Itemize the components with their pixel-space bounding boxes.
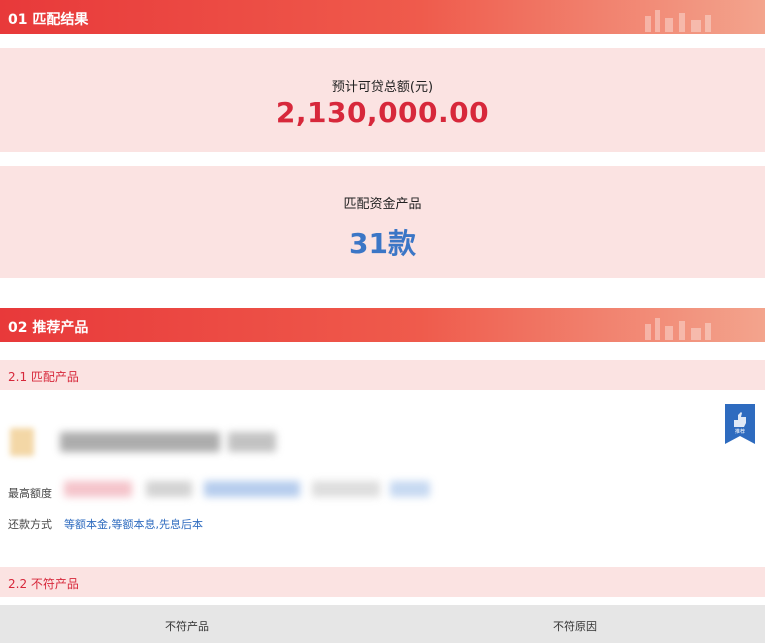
max-amount-value-blurred [312, 481, 380, 497]
matched-products-label: 匹配资金产品 [343, 197, 422, 212]
column-header-product: 不符产品 [165, 620, 209, 633]
matched-products-heading: 2.1 匹配产品 [0, 360, 765, 390]
decoration-icon [645, 10, 711, 32]
repayment-label: 还款方式 [8, 518, 52, 531]
recommend-badge-icon: 推荐 [725, 404, 755, 444]
max-amount-value-blurred [204, 481, 300, 497]
max-amount-value-blurred [390, 481, 430, 497]
total-amount-label: 预计可贷总额(元) [331, 80, 434, 95]
product-logo [10, 428, 34, 456]
product-name-blurred [60, 432, 220, 452]
unmatched-products-heading-text: 2.2 不符产品 [8, 577, 79, 591]
unmatched-table-header: 不符产品 不符原因 [0, 605, 765, 643]
total-amount-value: 2,130,000.00 [275, 96, 490, 129]
section-1-banner: 01 匹配结果 [0, 0, 765, 34]
max-amount-value-blurred [146, 481, 192, 497]
unmatched-products-heading: 2.2 不符产品 [0, 567, 765, 597]
section-2-banner: 02 推荐产品 [0, 308, 765, 342]
column-header-reason: 不符原因 [553, 620, 597, 633]
matched-products-card: 匹配资金产品 31款 [0, 166, 765, 278]
matched-products-count: 31款 [349, 227, 416, 260]
repayment-value: 等额本金,等额本息,先息后本 [64, 518, 203, 531]
product-name-blurred [228, 432, 276, 452]
max-amount-value-blurred [64, 481, 132, 497]
matched-products-heading-text: 2.1 匹配产品 [8, 370, 79, 384]
total-amount-card: 预计可贷总额(元) 2,130,000.00 [0, 48, 765, 152]
decoration-icon [645, 318, 711, 340]
recommend-badge-text: 推荐 [735, 428, 745, 435]
section-2-title: 02 推荐产品 [8, 320, 89, 336]
max-amount-label: 最高额度 [8, 487, 52, 500]
section-1-title: 01 匹配结果 [8, 12, 89, 28]
